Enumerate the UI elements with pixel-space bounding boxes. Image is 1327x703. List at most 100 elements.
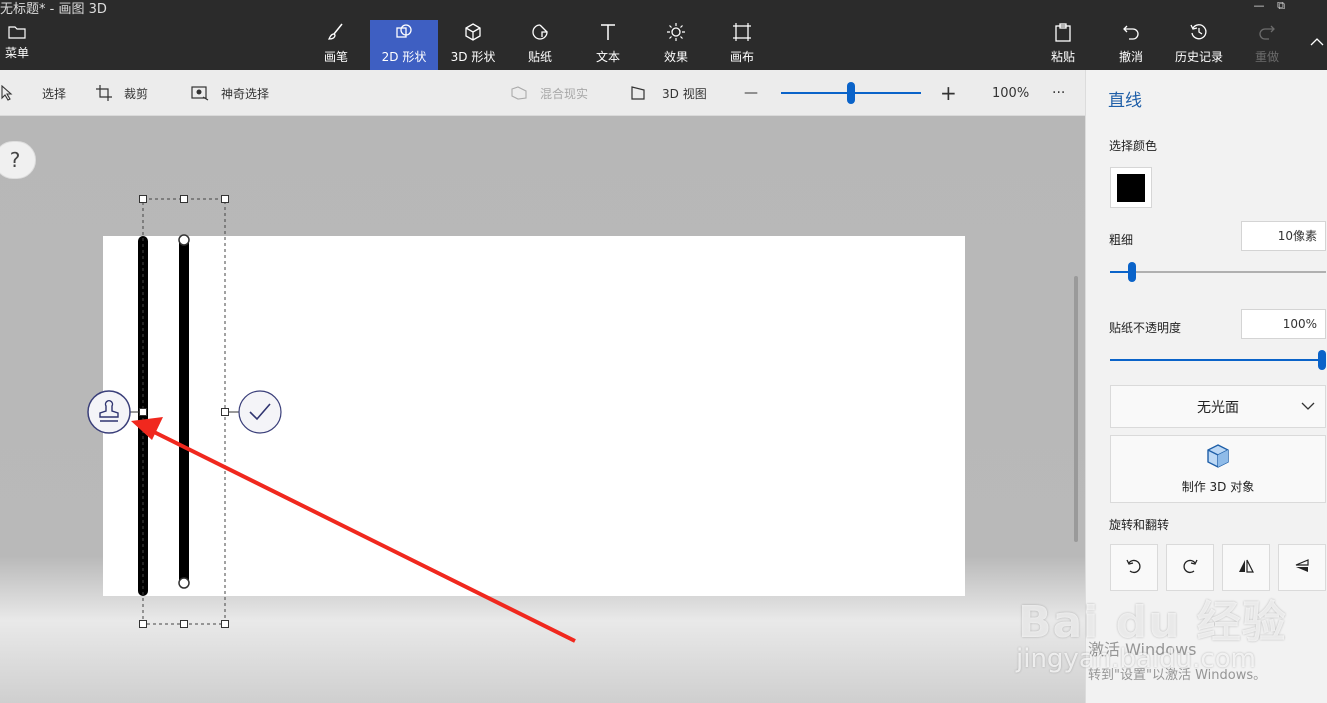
tab-3d-shapes-label: 3D 形状 [450,50,496,64]
3d-view-button[interactable]: 3D 视图 [630,70,707,116]
menu-label: 菜单 [4,46,29,60]
thickness-slider[interactable] [1110,262,1326,282]
tab-canvas-label: 画布 [729,50,754,64]
canvas-area: ? [0,116,1085,703]
tab-2d-shapes-label: 2D 形状 [381,50,427,64]
color-picker-button[interactable] [1110,167,1152,208]
3d-view-icon [630,85,646,101]
stickers-icon [530,20,550,44]
magic-select-tool[interactable]: 神奇选择 [191,70,269,116]
more-options-button[interactable]: ··· [1052,70,1065,116]
tab-text[interactable]: 文本 [586,20,630,68]
history-button[interactable]: 历史记录 [1168,20,1230,68]
make-3d-label: 制作 3D 对象 [1181,480,1255,494]
thickness-label: 粗细 [1109,233,1134,247]
paste-icon [1054,20,1072,44]
flip-horizontal-button[interactable] [1222,544,1270,591]
canvas-overlay [87,195,576,643]
flip-horizontal-icon [1237,557,1255,578]
opacity-input[interactable]: 100% [1241,309,1326,339]
select-tool[interactable]: 选择 [0,70,66,116]
rotate-right-button[interactable] [1166,544,1214,591]
rotate-flip-label: 旋转和翻转 [1109,518,1170,532]
paste-label: 粘贴 [1050,50,1075,64]
cursor-icon [0,85,14,101]
flip-vertical-button[interactable] [1278,544,1326,591]
crop-label: 裁剪 [124,86,149,101]
stamp-button[interactable] [87,390,131,434]
mixed-reality-button[interactable]: 混合现实 [510,70,588,116]
resize-handle[interactable] [180,195,188,203]
tab-text-label: 文本 [595,50,620,64]
select-label: 选择 [42,86,67,101]
3d-shapes-icon [463,20,483,44]
drawn-line-2[interactable] [179,240,189,583]
thickness-slider-track [1110,271,1326,273]
text-icon [598,20,618,44]
tab-canvas[interactable]: 画布 [720,20,764,68]
redo-button[interactable]: 重做 [1246,20,1288,68]
thickness-input[interactable]: 10像素 [1241,221,1326,251]
effects-icon [666,20,686,44]
crop-icon [96,85,112,101]
flip-vertical-icon [1293,557,1311,578]
zoom-slider-thumb[interactable] [847,82,855,104]
tab-brushes-label: 画笔 [323,50,348,64]
tab-effects-label: 效果 [663,50,688,64]
zoom-in-button[interactable]: + [940,70,957,116]
tab-stickers[interactable]: 贴纸 [518,20,562,68]
tab-brushes[interactable]: 画笔 [312,20,360,68]
line-endpoint-handle[interactable] [178,577,190,589]
zoom-slider[interactable] [781,70,921,116]
mixed-reality-label: 混合现实 [540,86,589,101]
color-swatch [1117,174,1145,202]
opacity-slider[interactable] [1110,350,1326,370]
history-icon [1189,20,1209,44]
resize-handle[interactable] [221,620,229,628]
restore-button[interactable]: ⧉ [1258,0,1304,14]
baidu-watermark-logo: Bai du 经验 [1018,597,1287,648]
tab-effects[interactable]: 效果 [654,20,698,68]
rotate-left-icon [1125,557,1143,578]
opacity-label: 贴纸不透明度 [1109,321,1182,335]
chevron-down-icon [1301,399,1315,415]
tab-3d-shapes[interactable]: 3D 形状 [448,20,498,68]
collapse-ribbon-icon[interactable] [1310,36,1324,50]
undo-button[interactable]: 撤消 [1110,20,1152,68]
paste-button[interactable]: 粘贴 [1042,20,1084,68]
mixed-reality-icon [510,85,528,101]
redo-label: 重做 [1254,50,1279,64]
thickness-slider-thumb[interactable] [1127,262,1136,282]
history-label: 历史记录 [1174,50,1223,64]
magic-select-icon [191,85,209,101]
undo-label: 撤消 [1118,50,1143,64]
resize-handle[interactable] [139,620,147,628]
rotate-right-icon [1181,557,1199,578]
canvas-icon [732,20,752,44]
zoom-out-button[interactable]: — [744,70,758,116]
2d-shapes-icon [394,20,414,44]
zoom-level: 100% [992,85,1030,101]
finish-dropdown[interactable]: 无光面 [1110,385,1326,428]
folder-icon [8,20,26,44]
finish-value: 无光面 [1197,399,1239,416]
tab-stickers-label: 贴纸 [527,50,552,64]
crop-tool[interactable]: 裁剪 [96,70,148,116]
line-endpoint-handle[interactable] [178,234,190,246]
cube-icon [1205,443,1231,472]
menu-button[interactable]: 菜单 [0,20,34,68]
opacity-slider-fill [1110,359,1326,361]
commit-button[interactable] [238,390,282,434]
make-3d-button[interactable]: 制作 3D 对象 [1110,435,1326,503]
brush-icon [326,20,346,44]
opacity-slider-thumb[interactable] [1318,350,1326,370]
resize-handle[interactable] [139,195,147,203]
tab-2d-shapes[interactable]: 2D 形状 [370,20,438,70]
resize-handle[interactable] [221,195,229,203]
rotate-left-button[interactable] [1110,544,1158,591]
resize-handle[interactable] [139,408,147,416]
resize-handle[interactable] [221,408,229,416]
redo-icon [1257,20,1277,44]
magic-select-label: 神奇选择 [221,86,270,101]
resize-handle[interactable] [180,620,188,628]
